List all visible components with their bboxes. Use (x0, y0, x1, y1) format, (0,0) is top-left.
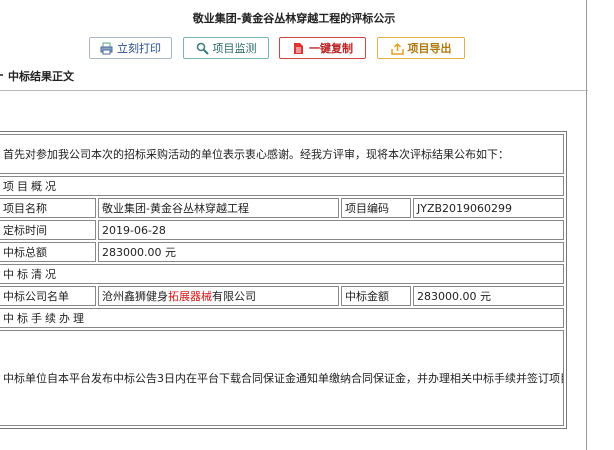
section-divider (0, 90, 588, 91)
search-icon (196, 42, 209, 55)
project-name-label: 项目名称 (0, 198, 96, 218)
print-button-label: 立刻打印 (117, 42, 161, 55)
total-label: 中标总额 (0, 242, 96, 262)
procedure-heading: 中标手续办理 (0, 308, 564, 328)
intro-text: 首先对参加我公司本次的招标采购活动的单位表示衷心感谢。经我方评审，现将本次评标结… (0, 134, 564, 174)
export-button-label: 项目导出 (407, 42, 452, 55)
document-icon (292, 42, 305, 55)
section-marker (0, 74, 3, 76)
project-code-value: JYZB2019060299 (413, 198, 564, 218)
list-heading: 中标清况 (0, 264, 564, 284)
section-heading: 中标结果正文 (8, 70, 74, 83)
table-row: 首先对参加我公司本次的招标采购活动的单位表示衷心感谢。经我方评审，现将本次评标结… (0, 134, 564, 174)
copy-button-label: 一键复制 (309, 42, 353, 55)
copy-button[interactable]: 一键复制 (279, 37, 366, 59)
amount-label: 中标金额 (341, 286, 411, 306)
table-row: 项目概况 (0, 176, 564, 196)
amount-value: 283000.00 元 (413, 286, 564, 306)
award-time-value: 2019-06-28 (98, 220, 564, 240)
table-row: 中标手续办理 (0, 308, 564, 328)
table-row: 中标单位自本平台发布中标公告3日内在平台下载合同保证金通知单缴纳合同保证金，并办… (0, 330, 564, 426)
upload-icon (390, 42, 404, 55)
monitor-button[interactable]: 项目监测 (183, 37, 269, 59)
company-name-prefix: 沧州鑫狮健身 (102, 290, 168, 303)
page-right-border (586, 0, 587, 450)
export-button[interactable]: 项目导出 (377, 37, 465, 59)
company-name-highlight: 拓展器械 (168, 290, 212, 303)
project-code-label: 项目编码 (341, 198, 411, 218)
page-title: 敬业集团-黄金谷丛林穿越工程的评标公示 (192, 12, 396, 25)
print-button[interactable]: 立刻打印 (89, 37, 172, 59)
table-row: 中标清况 (0, 264, 564, 284)
table-row: 定标时间 2019-06-28 (0, 220, 564, 240)
overview-heading: 项目概况 (0, 176, 564, 196)
company-value: 沧州鑫狮健身拓展器械有限公司 (98, 286, 339, 306)
table-row: 中标总额 283000.00 元 (0, 242, 564, 262)
award-time-label: 定标时间 (0, 220, 96, 240)
result-table: 首先对参加我公司本次的招标采购活动的单位表示衷心感谢。经我方评审，现将本次评标结… (0, 131, 567, 429)
total-value: 283000.00 元 (98, 242, 564, 262)
project-name-value: 敬业集团-黄金谷丛林穿越工程 (98, 198, 339, 218)
table-row: 项目名称 敬业集团-黄金谷丛林穿越工程 项目编码 JYZB2019060299 (0, 198, 564, 218)
printer-icon (100, 42, 113, 55)
procedure-text: 中标单位自本平台发布中标公告3日内在平台下载合同保证金通知单缴纳合同保证金，并办… (0, 330, 564, 426)
company-label: 中标公司名单 (0, 286, 96, 306)
company-name-suffix: 有限公司 (212, 290, 256, 303)
table-row: 中标公司名单 沧州鑫狮健身拓展器械有限公司 中标金额 283000.00 元 (0, 286, 564, 306)
monitor-button-label: 项目监测 (212, 42, 257, 55)
